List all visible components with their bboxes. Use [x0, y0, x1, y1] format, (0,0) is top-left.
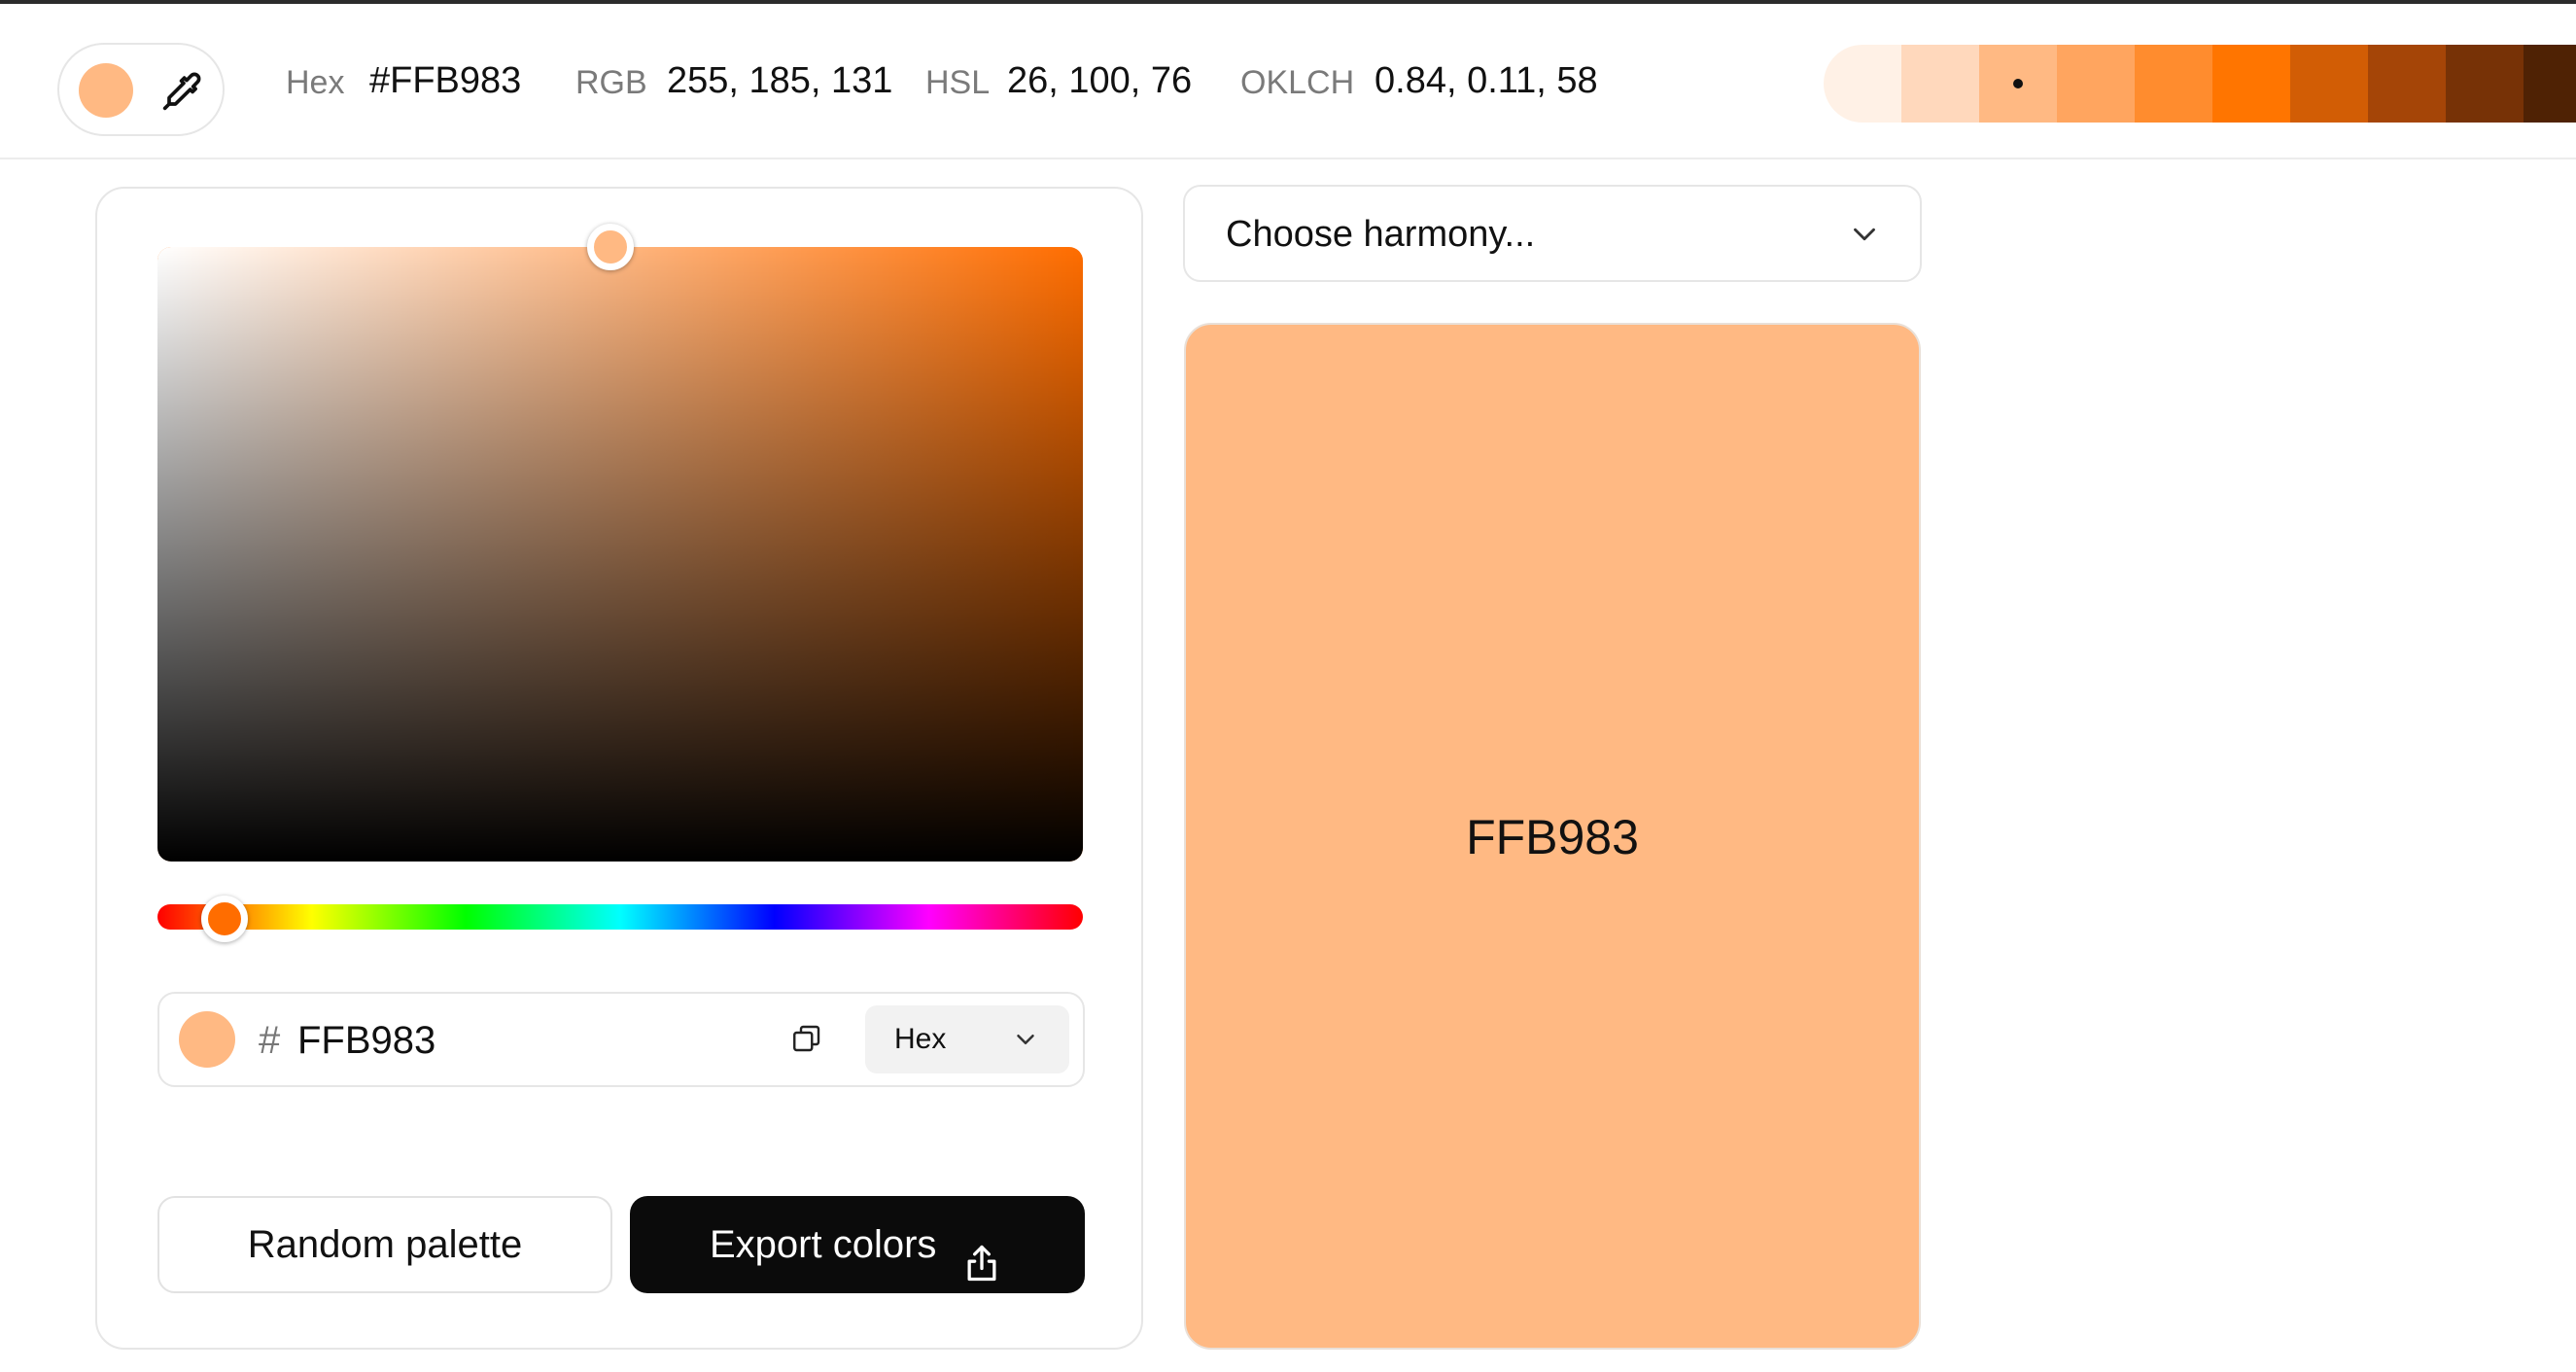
- saturation-value-area[interactable]: [157, 247, 1083, 862]
- color-values-bar: Hex #FFB983 RGB 255, 185, 131 HSL 26, 10…: [0, 4, 2576, 159]
- hex-value[interactable]: #FFB983: [369, 58, 521, 103]
- format-select-label: Hex: [894, 1023, 947, 1055]
- hsl-label: HSL: [925, 64, 991, 101]
- shade-swatch[interactable]: [2212, 45, 2290, 123]
- hue-slider-handle[interactable]: [200, 896, 248, 942]
- harmony-select-label: Choose harmony...: [1226, 214, 1536, 255]
- input-color-swatch: [179, 1011, 235, 1068]
- color-input-row: # FFB983 Hex: [157, 992, 1085, 1087]
- harmony-select[interactable]: Choose harmony...: [1183, 185, 1922, 282]
- share-icon: [960, 1223, 1003, 1282]
- selected-shade-dot: [2013, 79, 2023, 88]
- current-color-swatch[interactable]: [79, 63, 133, 118]
- hash-prefix: #: [259, 1019, 281, 1062]
- preview-hex-code: FFB983: [1466, 810, 1639, 864]
- shade-swatch[interactable]: [1979, 45, 2057, 123]
- hsl-value[interactable]: 26, 100, 76: [1007, 58, 1192, 103]
- rgb-value[interactable]: 255, 185, 131: [667, 58, 892, 103]
- color-pill: [57, 43, 225, 136]
- hex-label: Hex: [286, 64, 345, 101]
- hue-slider[interactable]: [157, 904, 1083, 930]
- format-select[interactable]: Hex: [865, 1005, 1069, 1073]
- export-colors-label: Export colors: [710, 1223, 937, 1266]
- color-preview-card[interactable]: FFB983: [1184, 323, 1921, 1350]
- shade-swatch[interactable]: [2524, 45, 2576, 123]
- shade-strip: [1824, 45, 2576, 123]
- chevron-down-icon: [1011, 1025, 1040, 1054]
- shade-swatch[interactable]: [1824, 45, 1901, 123]
- shade-swatch[interactable]: [2290, 45, 2368, 123]
- color-picker-card: # FFB983 Hex Random palette Export color…: [95, 187, 1143, 1350]
- shade-swatch[interactable]: [2135, 45, 2212, 123]
- eyedropper-icon[interactable]: [157, 66, 207, 117]
- random-palette-button[interactable]: Random palette: [157, 1196, 612, 1293]
- shade-swatch[interactable]: [1901, 45, 1979, 123]
- oklch-label: OKLCH: [1240, 64, 1355, 101]
- copy-icon[interactable]: [789, 1021, 824, 1056]
- oklch-value[interactable]: 0.84, 0.11, 58: [1375, 58, 1598, 103]
- hex-input[interactable]: FFB983: [297, 1015, 435, 1066]
- shade-swatch[interactable]: [2368, 45, 2446, 123]
- export-colors-button[interactable]: Export colors: [630, 1196, 1085, 1293]
- shade-swatch[interactable]: [2446, 45, 2524, 123]
- rgb-label: RGB: [575, 64, 647, 101]
- shade-swatch[interactable]: [2057, 45, 2135, 123]
- chevron-down-icon: [1846, 216, 1883, 253]
